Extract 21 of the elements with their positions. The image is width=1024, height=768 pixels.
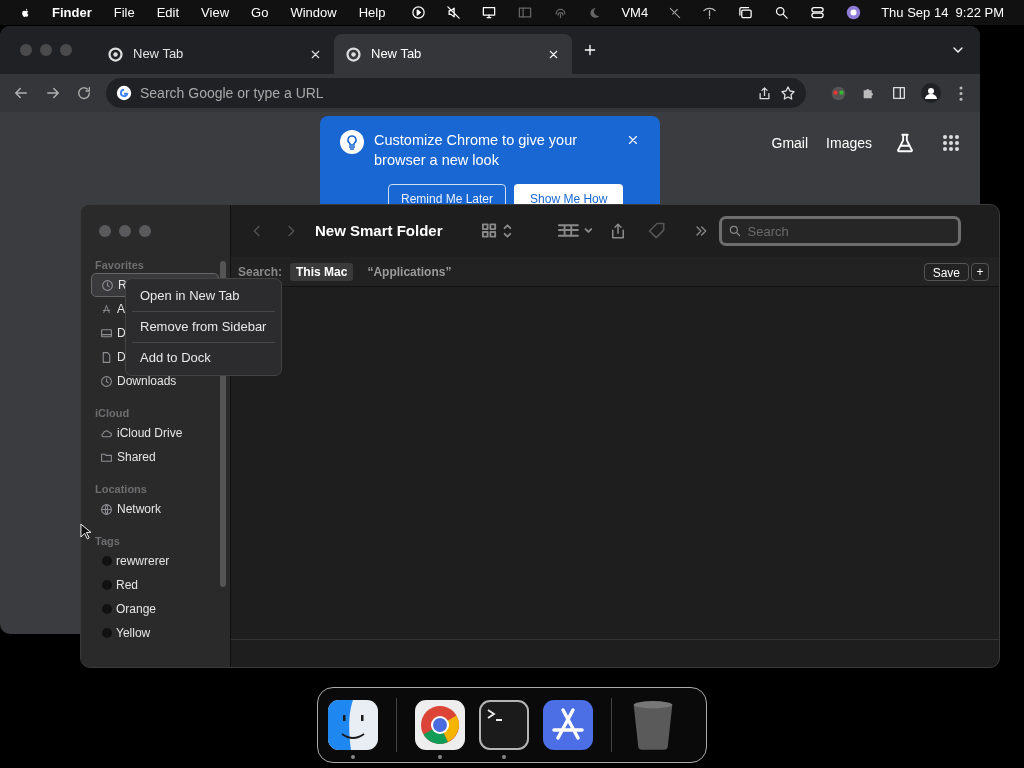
sidebar-heading: Favorites [94, 258, 145, 273]
sidebar-label: rewwrerer [116, 553, 170, 570]
window-title: New Smart Folder [315, 220, 443, 241]
sidebar-label: Network [117, 501, 161, 518]
promo-text: Customize Chrome to give your browser a new look [374, 131, 579, 170]
sidebar-label: Downloads [117, 373, 177, 390]
sidebar-label: A [117, 301, 125, 318]
sidebar-label: R [118, 277, 127, 294]
sidebar-label: Red [116, 577, 138, 594]
sidebar-label: Shared [117, 449, 156, 466]
sidebar-label: Yellow [116, 625, 151, 642]
tab-title: New Tab [133, 45, 185, 64]
search-scope-label: Search: [238, 263, 283, 281]
sidebar-heading: Locations [94, 482, 148, 497]
sidebar-label: D [117, 349, 126, 366]
sidebar-label: iCloud Drive [117, 425, 183, 442]
sidebar-heading: iCloud [94, 406, 131, 421]
tab-title: New Tab [371, 45, 423, 64]
sidebar-label: Orange [116, 601, 157, 618]
sidebar-label: D [117, 325, 126, 342]
sidebar-heading: Tags [94, 534, 121, 549]
